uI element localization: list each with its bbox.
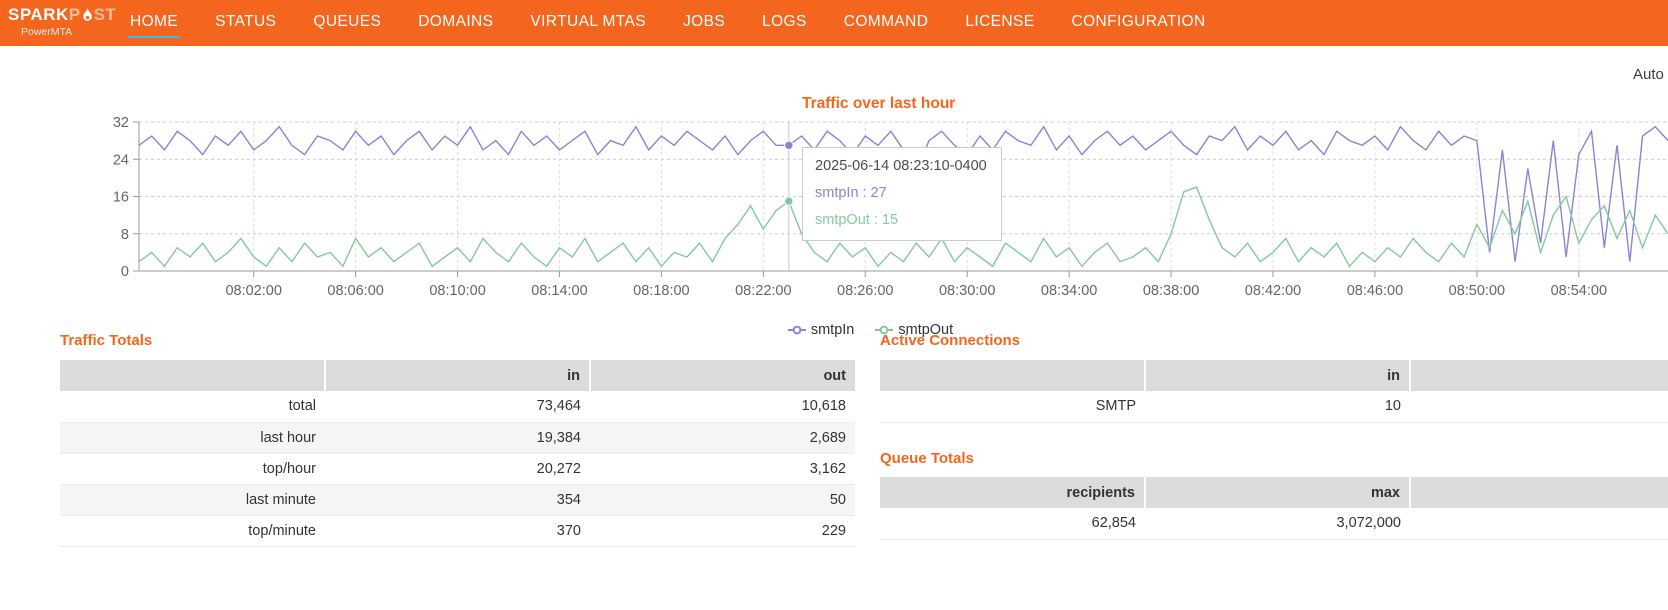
nav-item-domains[interactable]: DOMAINS	[416, 9, 495, 38]
tooltip-entry: smtpOut : 15	[815, 212, 987, 228]
y-tick-label: 32	[113, 115, 129, 131]
x-tick-label: 08:14:00	[531, 283, 587, 299]
x-tick-label: 08:02:00	[225, 283, 281, 299]
table-cell: 19,384	[325, 422, 590, 453]
table-cell	[1410, 391, 1668, 422]
y-tick-label: 0	[121, 264, 129, 280]
tooltip-entry: smtpIn : 27	[815, 185, 987, 201]
column-header: in	[325, 360, 590, 391]
column-header: out	[590, 360, 855, 391]
active-connections-table: inSMTP10	[880, 360, 1668, 423]
table-cell: 10	[1145, 391, 1410, 422]
logo-wordmark: SPARKP ST	[8, 5, 116, 25]
table-cell	[1410, 508, 1668, 539]
active-connections-heading: Active Connections	[880, 332, 1020, 349]
flame-icon	[82, 8, 93, 23]
table-row: total73,46410,618	[60, 391, 855, 422]
legend-marker-icon	[787, 323, 807, 337]
powermta-dashboard: SPARKP ST PowerMTA HOME STATUS QUEUES DOMAIN…	[0, 0, 1668, 610]
table-cell: total	[60, 391, 325, 422]
active-dot-smtpOut	[785, 197, 793, 205]
nav-item-virtual-mtas[interactable]: VIRTUAL MTAS	[528, 9, 648, 38]
queue-totals-heading: Queue Totals	[880, 450, 974, 467]
y-tick-label: 16	[113, 190, 129, 206]
nav-item-license[interactable]: LICENSE	[963, 9, 1036, 38]
table-cell: 354	[325, 484, 590, 515]
column-header: recipients	[880, 477, 1145, 508]
active-dot-smtpIn	[785, 141, 793, 149]
table-cell: 3,162	[590, 453, 855, 484]
nav-items: HOME STATUS QUEUES DOMAINS VIRTUAL MTAS JOBS L…	[128, 0, 1208, 46]
y-tick-label: 24	[113, 152, 129, 168]
chart-legend: smtpInsmtpOut	[0, 322, 1668, 338]
nav-item-queues[interactable]: QUEUES	[311, 9, 383, 38]
table-header-row: in	[880, 360, 1668, 391]
table-cell: 50	[590, 484, 855, 515]
x-tick-label: 08:46:00	[1347, 283, 1403, 299]
table-header-row: inout	[60, 360, 855, 391]
x-tick-label: 08:42:00	[1245, 283, 1301, 299]
table-cell: last hour	[60, 422, 325, 453]
table-row: top/minute370229	[60, 515, 855, 546]
table-cell: top/hour	[60, 453, 325, 484]
table-cell: 370	[325, 515, 590, 546]
table-cell: last minute	[60, 484, 325, 515]
column-header	[1410, 360, 1668, 391]
nav-item-jobs[interactable]: JOBS	[681, 9, 727, 38]
x-tick-label: 08:50:00	[1449, 283, 1505, 299]
table-row: 62,8543,072,000	[880, 508, 1668, 539]
x-tick-label: 08:18:00	[633, 283, 689, 299]
column-header: in	[1145, 360, 1410, 391]
logo-p-text: P	[69, 5, 81, 25]
x-tick-label: 08:54:00	[1551, 283, 1607, 299]
column-header	[1410, 477, 1668, 508]
traffic-totals-table: inouttotal73,46410,618last hour19,3842,6…	[60, 360, 855, 547]
nav-item-command[interactable]: COMMAND	[842, 9, 931, 38]
table-cell: 3,072,000	[1145, 508, 1410, 539]
legend-label: smtpIn	[811, 322, 855, 338]
x-tick-label: 08:34:00	[1041, 283, 1097, 299]
x-tick-label: 08:38:00	[1143, 283, 1199, 299]
table-row: last hour19,3842,689	[60, 422, 855, 453]
table-cell: 10,618	[590, 391, 855, 422]
table-cell: top/minute	[60, 515, 325, 546]
x-tick-label: 08:30:00	[939, 283, 995, 299]
tooltip-timestamp: 2025-06-14 08:23:10-0400	[815, 158, 987, 174]
x-tick-label: 08:26:00	[837, 283, 893, 299]
legend-item-smtpIn[interactable]: smtpIn	[787, 322, 855, 338]
sparkpost-logo[interactable]: SPARKP ST PowerMTA	[8, 5, 116, 38]
traffic-totals-heading: Traffic Totals	[60, 332, 152, 349]
top-navbar: SPARKP ST PowerMTA HOME STATUS QUEUES DOMAIN…	[0, 0, 1668, 46]
powermta-label: PowerMTA	[21, 26, 116, 38]
auto-refresh-control[interactable]: Auto Refresh	[1633, 66, 1668, 83]
chart-tooltip: 2025-06-14 08:23:10-0400 smtpIn : 27 smtp…	[802, 147, 1002, 241]
queue-totals-table: recipientsmax62,8543,072,000	[880, 477, 1668, 540]
table-header-row: recipientsmax	[880, 477, 1668, 508]
table-cell: SMTP	[880, 391, 1145, 422]
table-row: top/hour20,2723,162	[60, 453, 855, 484]
nav-item-logs[interactable]: LOGS	[760, 9, 809, 38]
nav-item-configuration[interactable]: CONFIGURATION	[1070, 9, 1208, 38]
table-cell: 62,854	[880, 508, 1145, 539]
table-cell: 229	[590, 515, 855, 546]
logo-st-text: ST	[94, 5, 117, 25]
nav-item-home[interactable]: HOME	[128, 9, 180, 38]
y-tick-label: 8	[121, 227, 129, 243]
table-row: SMTP10	[880, 391, 1668, 422]
column-header	[60, 360, 325, 391]
column-header: max	[1145, 477, 1410, 508]
nav-item-status[interactable]: STATUS	[213, 9, 278, 38]
table-cell: 20,272	[325, 453, 590, 484]
logo-spark-text: SPARK	[8, 5, 69, 25]
table-cell: 73,464	[325, 391, 590, 422]
column-header	[880, 360, 1145, 391]
x-tick-label: 08:06:00	[327, 283, 383, 299]
table-row: last minute35450	[60, 484, 855, 515]
x-tick-label: 08:22:00	[735, 283, 791, 299]
x-tick-label: 08:10:00	[429, 283, 485, 299]
table-cell: 2,689	[590, 422, 855, 453]
